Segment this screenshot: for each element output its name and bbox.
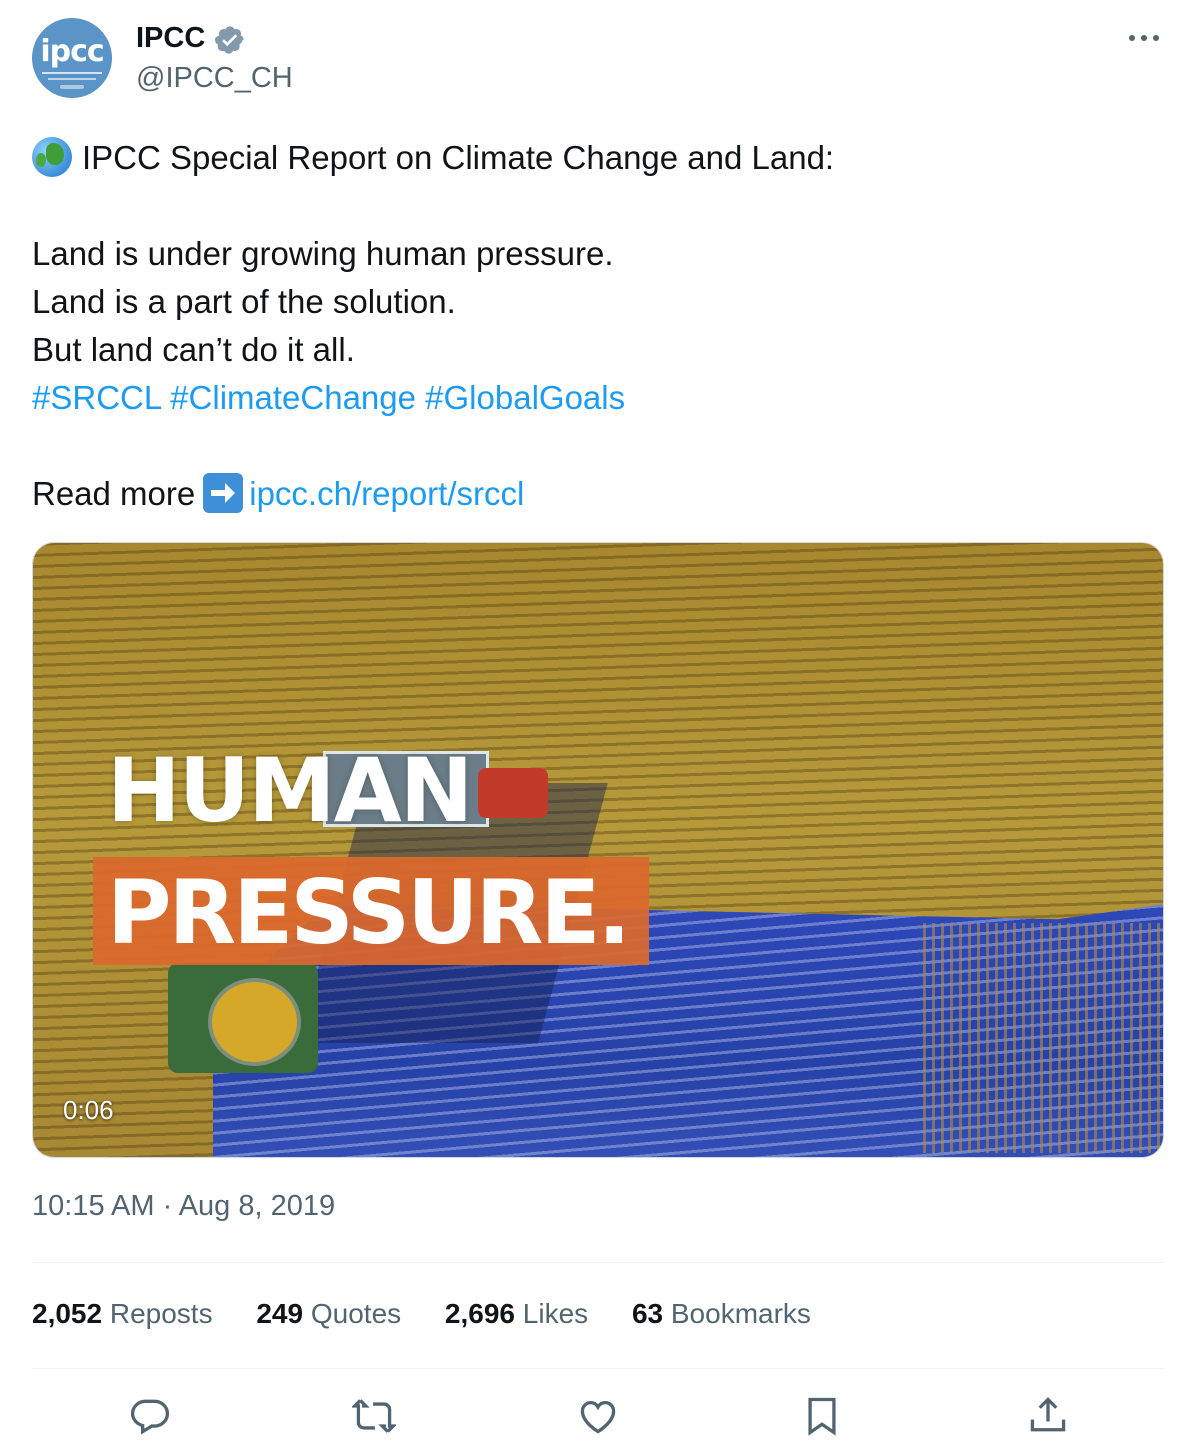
like-icon[interactable]: [576, 1394, 620, 1438]
globe-africa-icon: [32, 137, 72, 177]
hashtag-link[interactable]: #GlobalGoals: [425, 379, 625, 416]
quotes-stat[interactable]: 249 Quotes: [256, 1298, 401, 1330]
read-more-line: Read more ipcc.ch/report/srccl: [32, 470, 524, 518]
avatar[interactable]: ipcc: [32, 18, 112, 98]
share-icon[interactable]: [1026, 1394, 1070, 1438]
divider: [32, 1262, 1164, 1263]
video-player[interactable]: HUMAN PRESSURE. 0:06: [32, 542, 1164, 1158]
author-handle[interactable]: @IPCC_CH: [136, 62, 293, 95]
tweet-title-line: IPCC Special Report on Climate Change an…: [32, 134, 834, 182]
bookmark-icon[interactable]: [800, 1394, 844, 1438]
right-arrow-icon: [203, 473, 244, 513]
avatar-logo-text: ipcc: [40, 34, 104, 69]
hashtag-link[interactable]: #SRCCL: [32, 379, 161, 416]
tweet-line: Land is a part of the solution.: [32, 283, 456, 320]
likes-stat[interactable]: 2,696 Likes: [445, 1298, 588, 1330]
video-headline-top: HUMAN: [107, 739, 473, 842]
bookmarks-stat[interactable]: 63 Bookmarks: [632, 1298, 811, 1330]
video-headline-bottom: PRESSURE.: [107, 861, 631, 964]
reposts-stat[interactable]: 2,052 Reposts: [32, 1298, 213, 1330]
tweet-line: Land is under growing human pressure.: [32, 235, 614, 272]
video-duration: 0:06: [63, 1095, 114, 1125]
tweet-timestamp[interactable]: 10:15 AM · Aug 8, 2019: [32, 1190, 335, 1223]
hashtag-link[interactable]: #ClimateChange: [170, 379, 416, 416]
divider: [32, 1368, 1164, 1369]
engagement-stats: 2,052 Reposts 249 Quotes 2,696 Likes 63 …: [32, 1298, 847, 1330]
repost-icon[interactable]: [352, 1394, 396, 1438]
read-more-label: Read more: [32, 475, 196, 512]
tweet-line: But land can’t do it all.: [32, 331, 355, 368]
more-options-icon[interactable]: [1126, 26, 1162, 50]
author-name[interactable]: IPCC: [136, 22, 205, 55]
hashtag-line: #SRCCL #ClimateChange #GlobalGoals: [32, 374, 625, 422]
verified-badge-icon: [215, 26, 244, 54]
reply-icon[interactable]: [128, 1394, 172, 1438]
report-link[interactable]: ipcc.ch/report/srccl: [249, 475, 524, 512]
